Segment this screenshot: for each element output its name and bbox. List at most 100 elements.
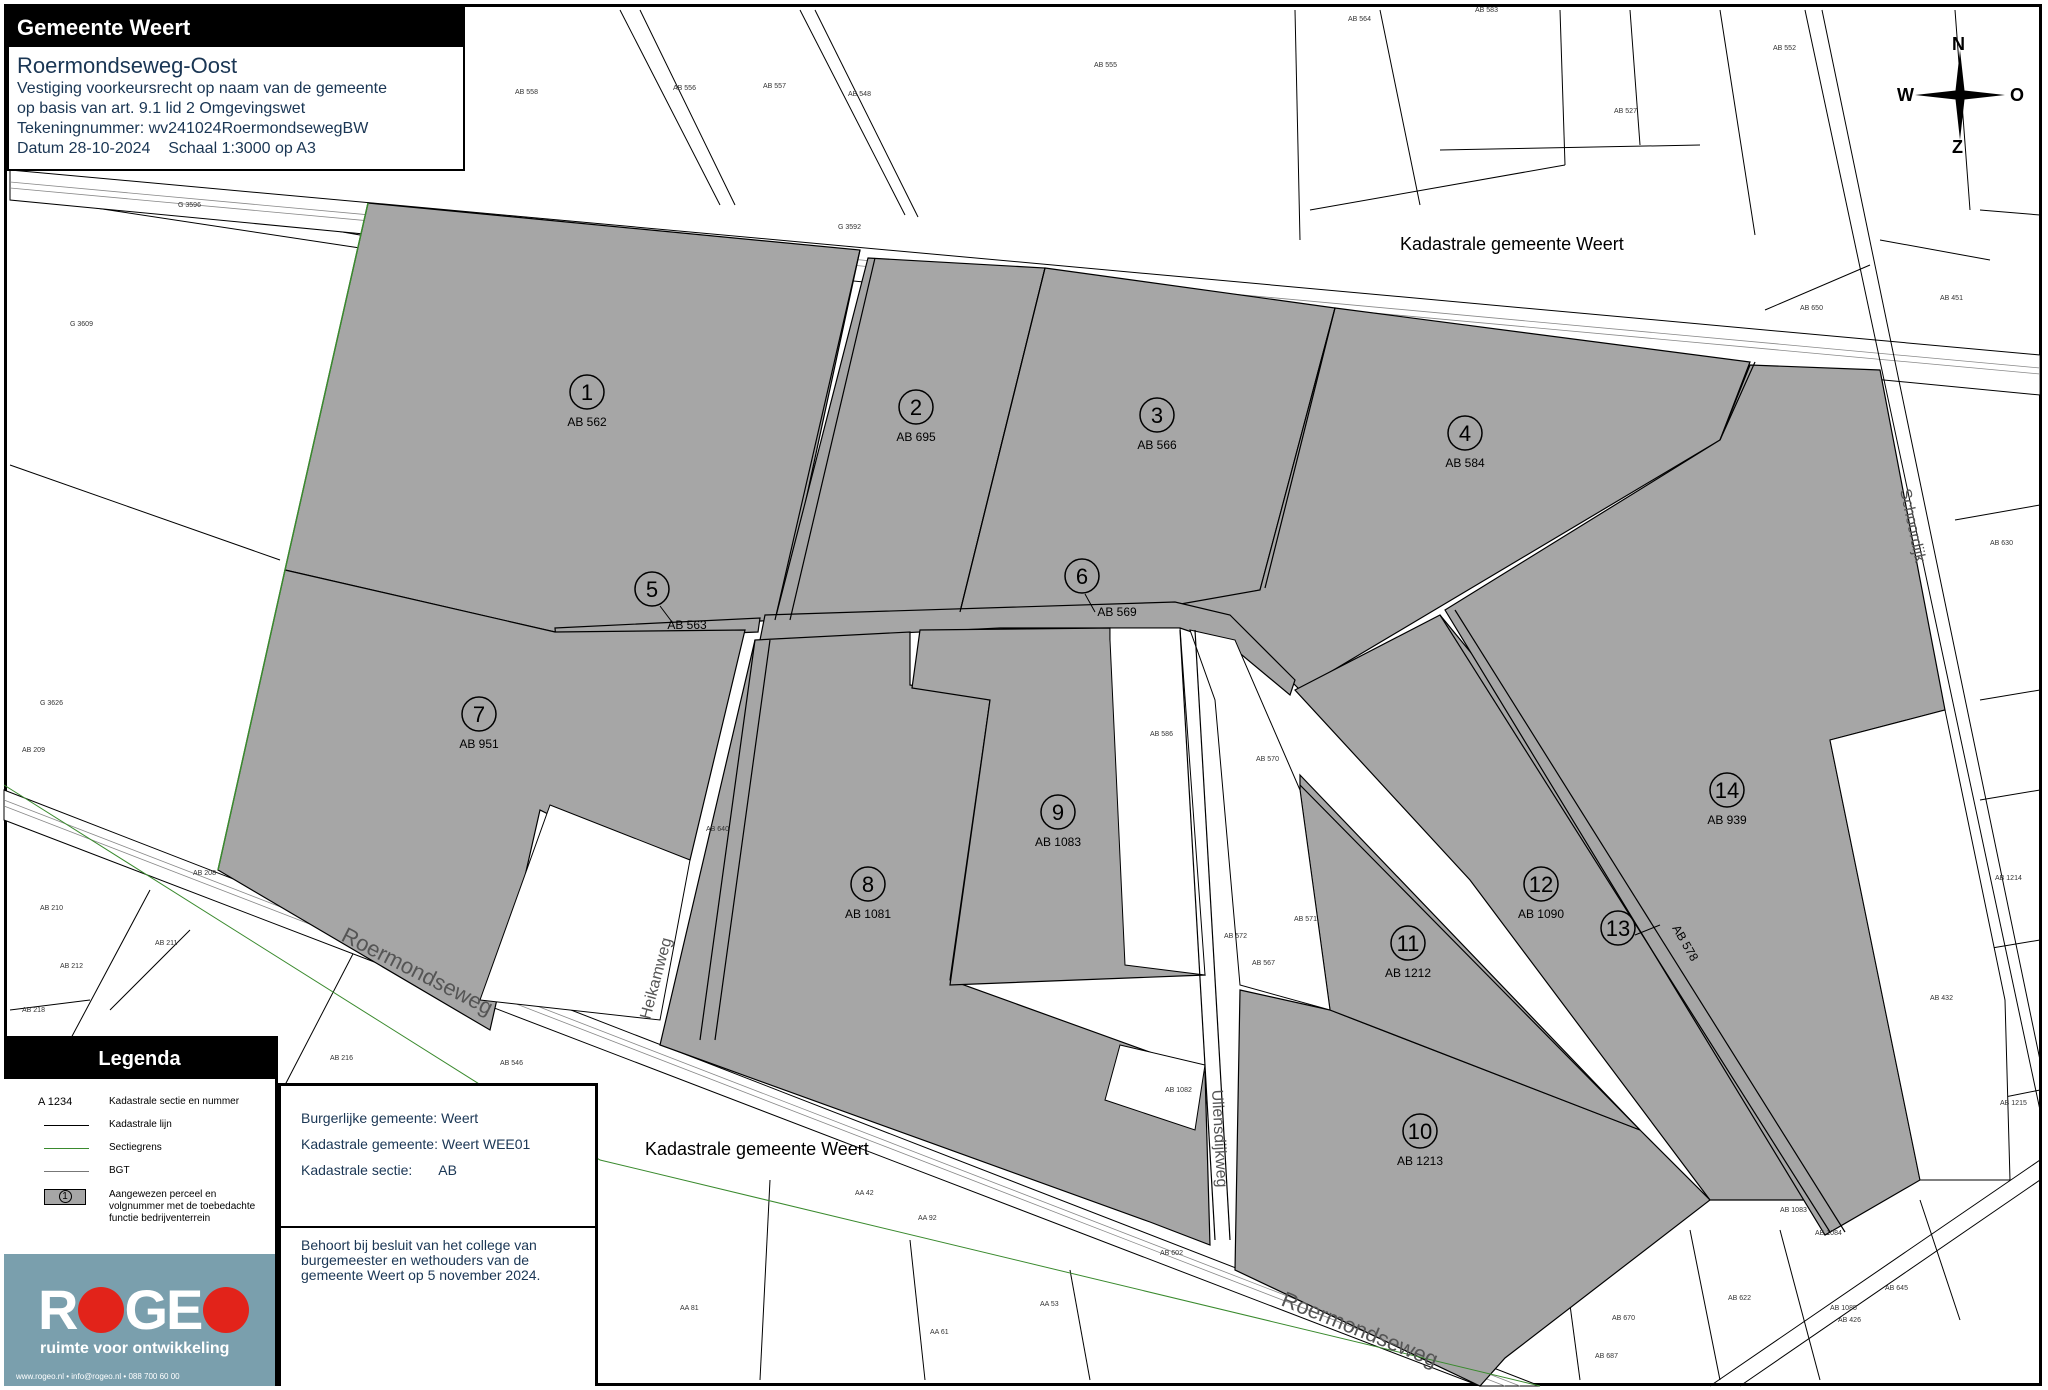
kadaster-code-label: AB 572	[1224, 933, 1247, 940]
kadaster-code-label: AB 555	[1094, 62, 1117, 69]
kadaster-code-label: AB 1082	[1165, 1087, 1192, 1094]
kadaster-code-label: AB 645	[1885, 1285, 1908, 1292]
title-block: Gemeente Weert Roermondseweg-Oost Vestig…	[7, 7, 465, 171]
compass-w: W	[1897, 85, 1914, 105]
legend-panel: Legenda A 1234 Kadastrale sectie en numm…	[4, 1036, 278, 1386]
title-line-3: Tekeningnummer: wv241024RoermondsewegBW	[17, 120, 369, 137]
kadaster-code-label: AB 557	[763, 83, 786, 90]
kadaster-code-label: AB 1083	[1780, 1207, 1807, 1214]
info-gemeente-label: Burgerlijke gemeente:	[301, 1110, 438, 1126]
kadaster-code-label: AB 571	[1294, 916, 1317, 923]
parcel-code: AB 1090	[1518, 907, 1564, 921]
kadaster-code-label: AB 211	[155, 940, 178, 947]
info-gemeente: Burgerlijke gemeente: Weert	[301, 1110, 478, 1126]
kadaster-code-label: AA 42	[855, 1190, 874, 1197]
parcel-number: 3	[1151, 403, 1163, 428]
info-kadgemeente: Kadastrale gemeente: Weert WEE01	[301, 1136, 530, 1152]
info-panel: Burgerlijke gemeente: Weert Kadastrale g…	[278, 1083, 598, 1386]
kadaster-code-label: AB 650	[1800, 305, 1823, 312]
kadaster-code-label: AA 61	[930, 1329, 949, 1336]
kadaster-code-label: AB 212	[60, 963, 83, 970]
kadaster-code-label: AB 630	[1990, 540, 2013, 547]
kadaster-code-label: G 3609	[70, 321, 93, 328]
parcel-number: 4	[1459, 421, 1471, 446]
kadaster-code-label: AA 81	[680, 1305, 699, 1312]
parcel-code: AB 566	[1137, 438, 1177, 452]
kadaster-code-label: AB 1084	[1815, 1230, 1842, 1237]
parcel-number: 5	[646, 577, 658, 602]
kadaster-code-label: AB 570	[1256, 756, 1279, 763]
kadaster-code-label: AB 548	[848, 91, 871, 98]
compass-n: N	[1952, 34, 1965, 54]
kadaster-code-label: AB 586	[1150, 731, 1173, 738]
kadaster-code-label: AB 640	[706, 826, 729, 833]
kadaster-code-label: AB 556	[673, 85, 696, 92]
parcel-number: 11	[1397, 931, 1420, 956]
parcel-number: 8	[862, 872, 874, 897]
parcel-code: AB 939	[1707, 813, 1747, 827]
legend-text: Aangewezen perceel en volgnummer met de …	[109, 1189, 256, 1224]
compass-z: Z	[1952, 137, 1963, 157]
parcel-code: AB 1081	[845, 907, 891, 921]
info-gemeente-value: Weert	[441, 1110, 479, 1126]
kadaster-code-label: AB 583	[1475, 7, 1498, 14]
title-line-2: op basis van art. 9.1 lid 2 Omgevingswet	[17, 100, 306, 117]
kadaster-code-label: AB 1215	[2000, 1100, 2027, 1107]
rogeo-logo: R GE	[38, 1282, 250, 1338]
kadaster-code-label: AB 432	[1930, 995, 1953, 1002]
kadaster-code-label: AB 564	[1348, 16, 1371, 23]
rogeo-contact: www.rogeo.nl • info@rogeo.nl • 088 700 6…	[16, 1372, 180, 1381]
legend-text: Kadastrale sectie en nummer	[109, 1096, 240, 1107]
kad-label-top: Kadastrale gemeente Weert	[1400, 234, 1624, 254]
legend-symbol-green-line	[44, 1148, 89, 1149]
rogeo-logo-o-circle	[76, 1278, 125, 1341]
parcel-number: 1	[581, 380, 593, 405]
kadaster-code-label: AB 622	[1728, 1295, 1751, 1302]
kadaster-code-label: AA 92	[918, 1215, 937, 1222]
legend-symbol-code: A 1234	[38, 1096, 73, 1108]
info-sectie-value: AB	[438, 1162, 457, 1178]
compass-rose: N W O Z	[1897, 34, 2024, 157]
kadaster-code-label: AB 208	[193, 870, 216, 877]
kadaster-code-label: AB 209	[22, 747, 45, 754]
kadaster-code-label: AB 552	[1773, 45, 1796, 52]
legend-text: Sectiegrens	[109, 1142, 162, 1153]
legend-symbol-line	[44, 1125, 89, 1126]
legend-text: Kadastrale lijn	[109, 1119, 172, 1130]
legend-symbol-grey-line	[44, 1171, 89, 1172]
kadaster-code-label: AB 567	[1252, 960, 1275, 967]
kadaster-code-label: AB 426	[1838, 1317, 1861, 1324]
kadaster-code-label: G 3596	[178, 202, 201, 209]
parcel-code: AB 563	[667, 618, 707, 632]
kadaster-code-label: AB 558	[515, 89, 538, 96]
legend-symbol-parcel: 1	[44, 1189, 86, 1205]
kad-label-bottom: Kadastrale gemeente Weert	[645, 1139, 869, 1159]
info-kad-label: Kadastrale gemeente:	[301, 1136, 438, 1152]
kadaster-code-label: AB 210	[40, 905, 63, 912]
parcel-code: AB 695	[896, 430, 936, 444]
info-sectie-label: Kadastrale sectie:	[301, 1162, 413, 1178]
legend-text: BGT	[109, 1165, 130, 1176]
kadaster-code-label: AB 1214	[1995, 875, 2022, 882]
kadaster-code-label: AB 602	[1160, 1250, 1183, 1257]
info-kad-value: Weert WEE01	[441, 1136, 531, 1152]
parcel-code: AB 584	[1445, 456, 1485, 470]
title-line-4: Datum 28-10-2024 Schaal 1:3000 op A3	[17, 140, 316, 157]
parcel-code: AB 562	[567, 415, 607, 429]
parcel-number: 13	[1606, 916, 1630, 941]
parcel-number: 2	[910, 395, 922, 420]
plan-title: Roermondseweg-Oost	[17, 53, 238, 78]
parcel-code: AB 1213	[1397, 1154, 1443, 1168]
rogeo-red-dot	[78, 1287, 125, 1334]
kadaster-code-label: AB 1085	[1830, 1305, 1857, 1312]
kadaster-code-label: AB 216	[330, 1055, 353, 1062]
rogeo-branding: R GE ruimte voor ontwikkeling www.rogeo.n…	[4, 1254, 275, 1386]
info-divider	[281, 1226, 595, 1228]
legend-title: Legenda	[4, 1039, 275, 1079]
rogeo-logo-geo: GE	[124, 1278, 203, 1341]
parcel-number: 7	[473, 702, 485, 727]
parcel-number: 10	[1408, 1119, 1432, 1144]
rogeo-logo-r: R	[38, 1278, 78, 1341]
kadaster-code-label: AB 218	[22, 1007, 45, 1014]
org-name: Gemeente Weert	[9, 9, 465, 47]
